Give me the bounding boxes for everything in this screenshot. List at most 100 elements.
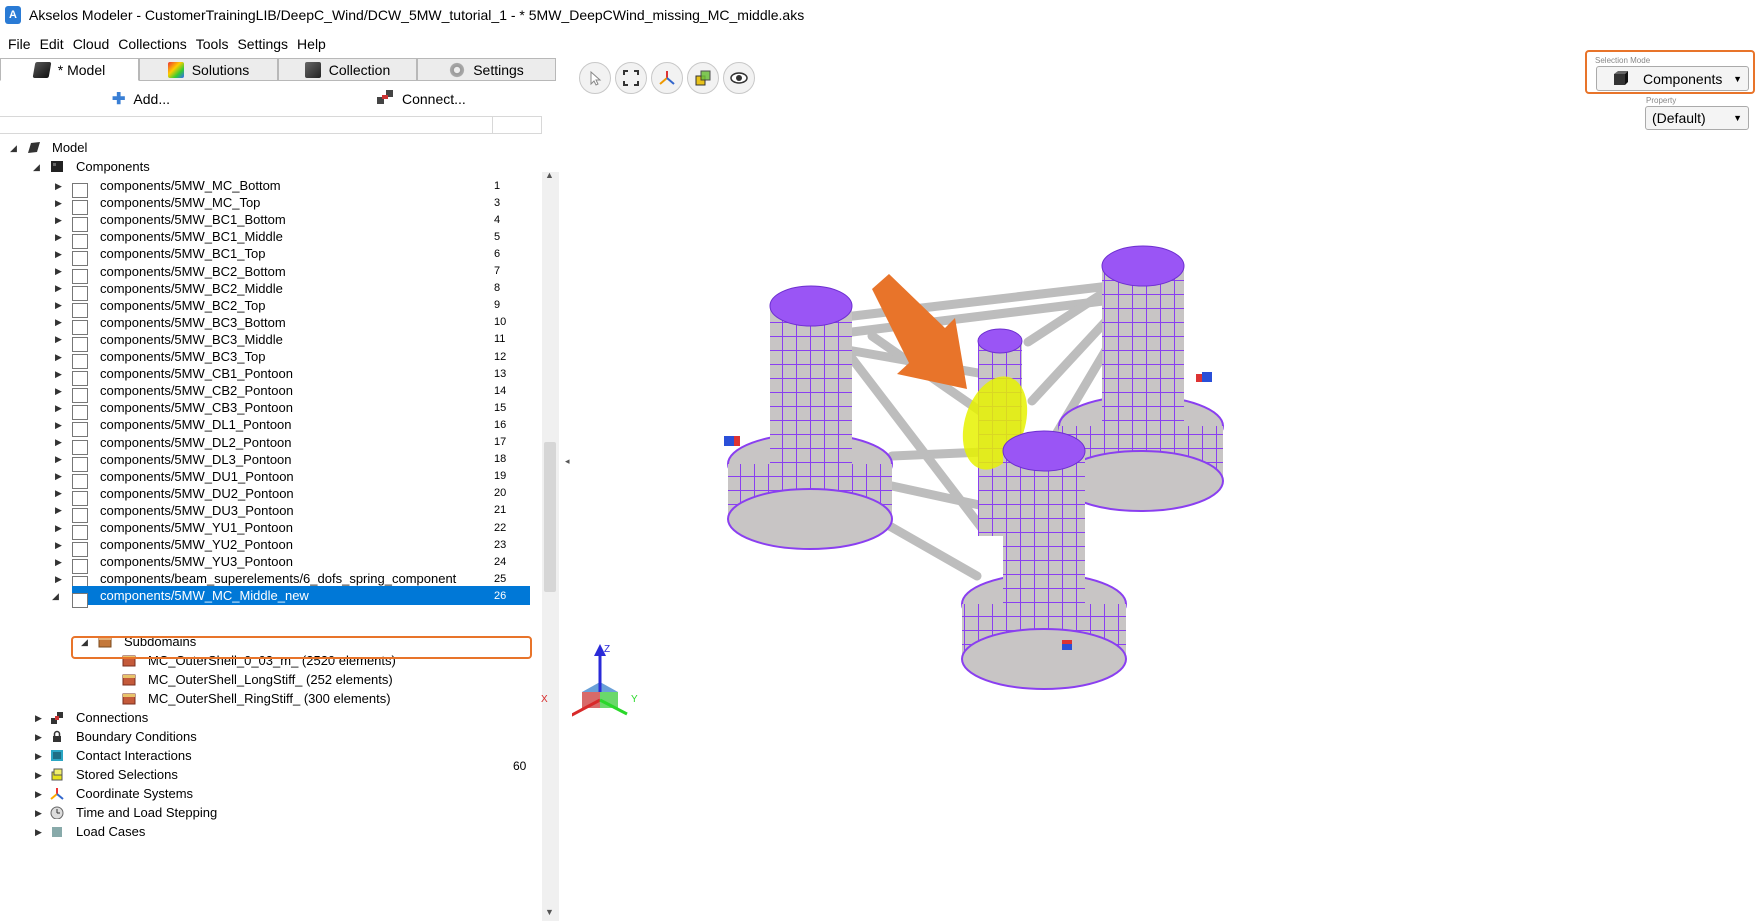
component-id: 3 [494, 196, 501, 209]
component-id: 19 [494, 470, 507, 483]
expand-arrow-icon[interactable]: ▶ [55, 489, 63, 498]
collapse-arrow-icon[interactable]: ◢ [10, 143, 18, 152]
tree-section-contact-interactions[interactable]: ▶ Contact Interactions [0, 746, 542, 765]
component-id: 20 [494, 487, 507, 500]
expand-arrow-icon[interactable]: ▶ [55, 198, 63, 207]
subdomain-item[interactable]: MC_OuterShell_RingStiff_ (300 elements) [0, 689, 542, 708]
menu-tools[interactable]: Tools [196, 36, 229, 52]
component-name: components/5MW_BC2_Middle [100, 280, 283, 296]
collapse-arrow-icon[interactable]: ◢ [52, 591, 60, 600]
tab-solutions[interactable]: Solutions [139, 58, 278, 81]
subdomain-icon [122, 693, 136, 705]
expand-arrow-icon[interactable]: ▶ [35, 789, 43, 798]
scroll-up-arrow-icon[interactable]: ▲ [545, 170, 554, 180]
menu-help[interactable]: Help [297, 36, 326, 52]
tree-section-time-load-stepping[interactable]: ▶ Time and Load Stepping [0, 803, 542, 822]
panel-splitter[interactable]: ◂ [563, 56, 572, 865]
tree-scrollbar[interactable]: ▲ ▼ [542, 170, 559, 921]
component-id: 1 [494, 179, 501, 192]
tree-section-load-cases[interactable]: ▶ Load Cases [0, 822, 542, 841]
akselos-logo-icon: A [5, 6, 21, 24]
model-icon [32, 61, 52, 78]
tab-model[interactable]: * Model [0, 58, 139, 81]
component-name: components/5MW_DL1_Pontoon [100, 417, 292, 433]
subdomain-item[interactable]: MC_OuterShell_LongStiff_ (252 elements) [0, 670, 542, 689]
tab-settings[interactable]: Settings [417, 58, 556, 81]
tree-root-label: Model [52, 140, 88, 155]
expand-arrow-icon[interactable]: ▶ [55, 506, 63, 515]
component-name: components/5MW_BC2_Top [100, 297, 266, 313]
expand-arrow-icon[interactable]: ▶ [55, 232, 63, 241]
component-id: 24 [494, 555, 507, 568]
component-name: components/5MW_BC1_Bottom [100, 212, 286, 228]
expand-arrow-icon[interactable]: ▶ [35, 713, 43, 722]
expand-arrow-icon[interactable]: ▶ [35, 808, 43, 817]
expand-arrow-icon[interactable]: ▶ [55, 472, 63, 481]
expand-arrow-icon[interactable]: ▶ [55, 403, 63, 412]
menu-edit[interactable]: Edit [40, 36, 64, 52]
expand-arrow-icon[interactable]: ▶ [55, 557, 63, 566]
scroll-down-arrow-icon[interactable]: ▼ [545, 907, 554, 917]
component-name: components/5MW_BC2_Bottom [100, 263, 286, 279]
expand-arrow-icon[interactable]: ▶ [55, 386, 63, 395]
component-id: 26 [494, 589, 507, 602]
expand-arrow-icon[interactable]: ▶ [55, 335, 63, 344]
component-row[interactable]: ◢ components/5MW_MC_Middle_new 26 [0, 586, 542, 609]
tree-root-model[interactable]: ◢ Model [0, 138, 542, 157]
expand-arrow-icon[interactable]: ▶ [55, 181, 63, 190]
menu-cloud[interactable]: Cloud [73, 36, 110, 52]
tab-settings-label: Settings [473, 61, 524, 78]
collapse-arrow-icon[interactable]: ◢ [33, 162, 41, 171]
window-title: Akselos Modeler - CustomerTrainingLIB/De… [29, 7, 805, 23]
tab-collection[interactable]: Collection [278, 58, 417, 81]
tree-section-connections[interactable]: ▶ Connections [0, 708, 542, 727]
expand-arrow-icon[interactable]: ▶ [55, 284, 63, 293]
expand-arrow-icon[interactable]: ▶ [55, 523, 63, 532]
splitter-grip-icon[interactable]: ◂ [565, 456, 570, 467]
expand-arrow-icon[interactable]: ▶ [55, 369, 63, 378]
expand-arrow-icon[interactable]: ▶ [55, 267, 63, 276]
component-id: 9 [494, 299, 501, 312]
menu-collections[interactable]: Collections [118, 36, 186, 52]
tree-section-boundary-conditions[interactable]: ▶ Boundary Conditions [0, 727, 542, 746]
panel-tabs: * Model Solutions Collection Settings [0, 58, 556, 82]
tab-solutions-label: Solutions [191, 61, 250, 78]
component-id: 12 [494, 350, 507, 363]
component-name: components/5MW_BC3_Middle [100, 331, 283, 347]
component-id: 21 [494, 504, 507, 517]
component-id: 23 [494, 538, 507, 551]
3d-viewport[interactable]: Selection Mode Components ▼ Property (De… [513, 50, 1757, 865]
expand-arrow-icon[interactable]: ▶ [55, 352, 63, 361]
selected-row-highlight [71, 636, 532, 659]
scroll-thumb[interactable] [544, 442, 556, 592]
tree-section-stored-selections[interactable]: ▶ Stored Selections [0, 765, 542, 784]
expand-arrow-icon[interactable]: ▶ [55, 215, 63, 224]
component-id: 15 [494, 401, 507, 414]
expand-arrow-icon[interactable]: ▶ [55, 318, 63, 327]
expand-arrow-icon[interactable]: ▶ [55, 540, 63, 549]
expand-arrow-icon[interactable]: ▶ [35, 770, 43, 779]
expand-arrow-icon[interactable]: ▶ [55, 249, 63, 258]
expand-arrow-icon[interactable]: ▶ [55, 438, 63, 447]
add-button[interactable]: ✚ Add... [112, 89, 170, 109]
expand-arrow-icon[interactable]: ▶ [35, 732, 43, 741]
expand-arrow-icon[interactable]: ▶ [55, 455, 63, 464]
tree-components-node[interactable]: ◢ Components [0, 157, 542, 176]
component-name: components/5MW_YU2_Pontoon [100, 537, 293, 553]
expand-arrow-icon[interactable]: ▶ [55, 420, 63, 429]
expand-arrow-icon[interactable]: ▶ [35, 827, 43, 836]
status-frame-count: 60 [513, 759, 527, 773]
solutions-icon [167, 61, 184, 78]
expand-arrow-icon[interactable]: ▶ [35, 751, 43, 760]
action-bar: ✚ Add... Connect... [0, 86, 556, 112]
model-icon [28, 142, 40, 153]
menu-file[interactable]: File [8, 36, 31, 52]
components-cube-icon [51, 161, 63, 172]
menu-settings[interactable]: Settings [237, 36, 288, 52]
title-bar: A Akselos Modeler - CustomerTrainingLIB/… [0, 0, 1757, 30]
tree-section-coordinate-systems[interactable]: ▶ Coordinate Systems [0, 784, 542, 803]
expand-arrow-icon[interactable]: ▶ [55, 301, 63, 310]
connect-button[interactable]: Connect... [376, 89, 466, 110]
expand-arrow-icon[interactable]: ▶ [55, 574, 63, 583]
tree-header [0, 116, 542, 134]
